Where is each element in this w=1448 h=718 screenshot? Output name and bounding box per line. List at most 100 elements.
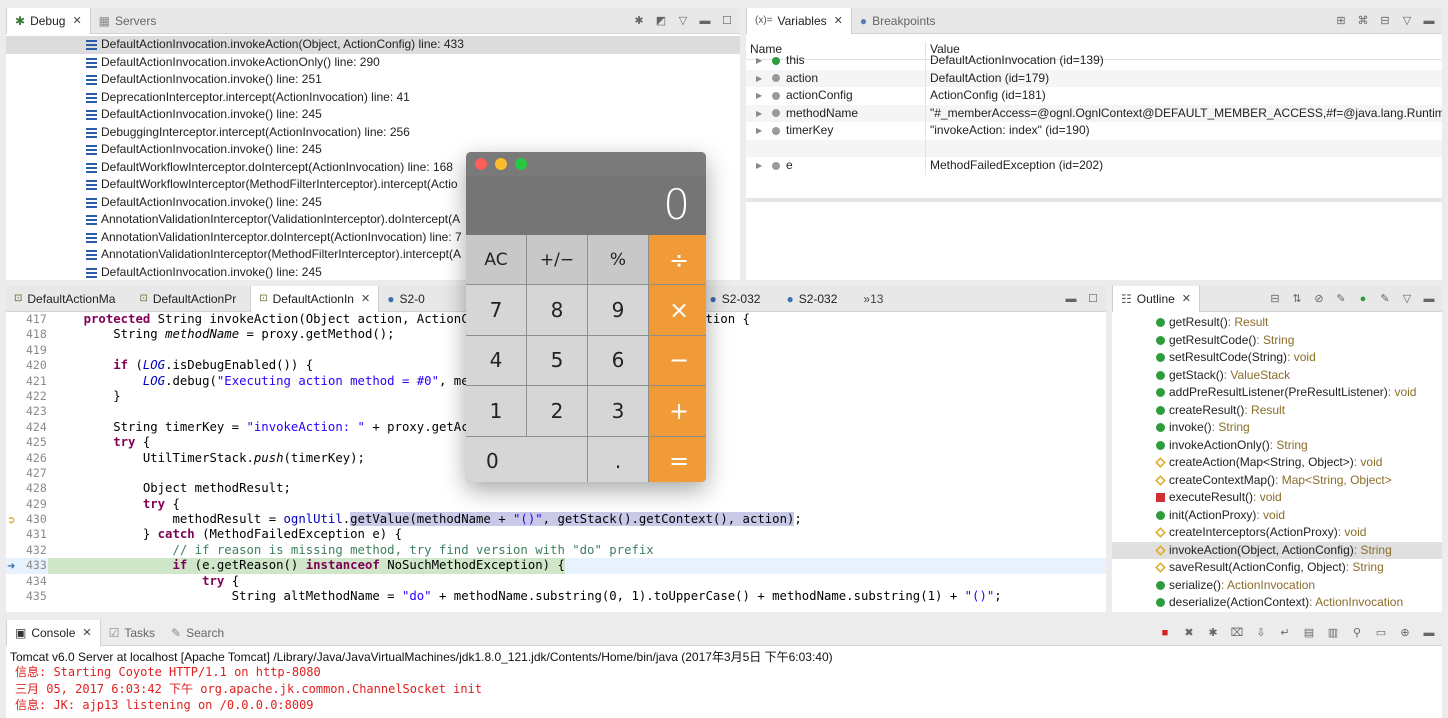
key-divide-button[interactable]: ÷ xyxy=(649,235,706,285)
key-0-button[interactable]: 0 xyxy=(466,436,587,482)
outline-item[interactable]: invokeActionOnly() : String xyxy=(1112,437,1442,455)
key-4-button[interactable]: 4 xyxy=(466,335,526,386)
display-console-icon[interactable]: ▭ xyxy=(1374,626,1388,640)
show-stderr-icon[interactable]: ▥ xyxy=(1326,626,1340,640)
tab-editor-2[interactable]: ⊡ DefaultActionPr xyxy=(131,286,244,312)
console-output[interactable]: 信息: Starting Coyote HTTP/1.1 on http-808… xyxy=(6,664,1442,714)
stack-frame[interactable]: DeprecationInterceptor.intercept(ActionI… xyxy=(6,89,740,107)
key-subtract-button[interactable]: − xyxy=(649,335,706,386)
variable-row[interactable]: ▶ this DefaultActionInvocation (id=139) xyxy=(746,52,1442,70)
code-line[interactable]: 433 if (e.getReason() instanceof NoSuchM… xyxy=(6,558,1106,574)
zoom-window-button[interactable] xyxy=(515,158,527,170)
tab-editor-7[interactable]: ● S2-032 xyxy=(778,286,845,312)
key-add-button[interactable]: + xyxy=(649,386,706,436)
tab-console[interactable]: ▣ Console ✕ xyxy=(6,620,101,646)
close-icon[interactable]: ✕ xyxy=(834,14,843,27)
expand-icon[interactable]: ▶ xyxy=(756,70,766,88)
outline-item[interactable]: createResult() : Result xyxy=(1112,402,1442,420)
variable-row[interactable] xyxy=(746,139,1442,157)
tab-servers[interactable]: ▦ Servers xyxy=(91,8,165,34)
tab-editor-1[interactable]: ⊡ DefaultActionMa xyxy=(6,286,123,312)
remove-terminated-icon[interactable]: ✱ xyxy=(632,14,646,28)
collapse-all-icon[interactable]: ⊟ xyxy=(1268,292,1282,306)
tab-debug[interactable]: ✱ Debug ✕ xyxy=(6,8,91,34)
tab-overflow[interactable]: »13 xyxy=(855,286,891,312)
terminate-icon[interactable]: ■ xyxy=(1158,626,1172,640)
tab-editor-4[interactable]: ● S2-0 xyxy=(379,286,433,312)
view-menu-icon[interactable]: ▽ xyxy=(1400,14,1414,28)
outline-item[interactable]: createInterceptors(ActionProxy) : void xyxy=(1112,524,1442,542)
minimize-icon[interactable]: ▬ xyxy=(1422,292,1436,306)
variable-row[interactable]: ▶ e MethodFailedException (id=202) xyxy=(746,157,1442,175)
tab-tasks[interactable]: ☑ Tasks xyxy=(101,620,163,646)
code-line[interactable]: 431 } catch (MethodFailedException e) { xyxy=(6,527,1106,542)
outline-item[interactable]: addPreResultListener(PreResultListener) … xyxy=(1112,384,1442,402)
maximize-icon[interactable]: ☐ xyxy=(720,14,734,28)
outline-item[interactable]: createContextMap() : Map<String, Object> xyxy=(1112,472,1442,490)
remove-all-icon[interactable]: ✱ xyxy=(1206,626,1220,640)
stack-frame[interactable]: DefaultActionInvocation.invokeActionOnly… xyxy=(6,54,740,72)
tab-breakpoints[interactable]: ● Breakpoints xyxy=(852,8,944,34)
close-icon[interactable]: ✕ xyxy=(1182,292,1191,305)
outline-item[interactable]: createAction(Map<String, Object>) : void xyxy=(1112,454,1442,472)
minimize-icon[interactable]: ▬ xyxy=(698,14,712,28)
key-decimal-button[interactable]: . xyxy=(588,436,648,482)
stack-frame[interactable]: DefaultActionInvocation.invoke() line: 2… xyxy=(6,71,740,89)
minimize-window-button[interactable] xyxy=(495,158,507,170)
expand-icon[interactable]: ▶ xyxy=(756,87,766,105)
tab-variables[interactable]: (x)= Variables ✕ xyxy=(746,8,852,34)
collapse-icon[interactable]: ◩ xyxy=(654,14,668,28)
calculator-titlebar[interactable] xyxy=(466,152,706,176)
outline-item[interactable]: executeResult() : void xyxy=(1112,489,1442,507)
close-icon[interactable]: ✕ xyxy=(361,292,370,305)
key-2-button[interactable]: 2 xyxy=(527,386,587,436)
outline-item[interactable]: getResultCode() : String xyxy=(1112,332,1442,350)
key-1-button[interactable]: 1 xyxy=(466,386,526,436)
minimize-icon[interactable]: ▬ xyxy=(1422,14,1436,28)
code-line[interactable]: 429 try { xyxy=(6,497,1106,512)
outline-item[interactable]: deserialize(ActionContext) : ActionInvoc… xyxy=(1112,594,1442,612)
outline-item[interactable]: serialize() : ActionInvocation xyxy=(1112,577,1442,595)
key-8-button[interactable]: 8 xyxy=(527,285,587,335)
close-window-button[interactable] xyxy=(475,158,487,170)
show-logical-structure-icon[interactable]: ⌘ xyxy=(1356,14,1370,28)
code-line[interactable]: 434 try { xyxy=(6,574,1106,589)
outline-item[interactable]: saveResult(ActionConfig, Object) : Strin… xyxy=(1112,559,1442,577)
code-line[interactable]: 432 // if reason is missing method, try … xyxy=(6,543,1106,558)
show-type-names-icon[interactable]: ⊞ xyxy=(1334,14,1348,28)
minimize-icon[interactable]: ▬ xyxy=(1064,292,1078,306)
key-5-button[interactable]: 5 xyxy=(527,335,587,386)
hide-fields-icon[interactable]: ⊘ xyxy=(1312,292,1326,306)
expand-icon[interactable]: ▶ xyxy=(756,157,766,175)
detail-pane-divider[interactable] xyxy=(746,198,1442,202)
close-icon[interactable]: ✕ xyxy=(82,626,91,639)
stack-frame[interactable]: DefaultActionInvocation.invokeAction(Obj… xyxy=(6,36,740,54)
outline-item[interactable]: init(ActionProxy) : void xyxy=(1112,507,1442,525)
outline-item[interactable]: invoke() : String xyxy=(1112,419,1442,437)
pin-console-icon[interactable]: ⚲ xyxy=(1350,626,1364,640)
variable-row[interactable]: ▶ methodName "#_memberAccess=@ognl.OgnlCon… xyxy=(746,104,1442,122)
view-menu-icon[interactable]: ▽ xyxy=(1400,292,1414,306)
tab-outline[interactable]: ☷ Outline ✕ xyxy=(1112,286,1201,312)
variable-row[interactable]: ▶ actionConfig ActionConfig (id=181) xyxy=(746,87,1442,105)
close-icon[interactable]: ✕ xyxy=(72,14,81,27)
sort-icon[interactable]: ⇅ xyxy=(1290,292,1304,306)
outline-item[interactable]: setResultCode(String) : void xyxy=(1112,349,1442,367)
hide-static-icon[interactable]: ✎ xyxy=(1334,292,1348,306)
code-line[interactable]: 430 methodResult = ognlUtil.getValue(met… xyxy=(6,512,1106,527)
breakpoint-marker-icon[interactable]: ➲ xyxy=(7,515,15,526)
tab-editor-3[interactable]: ⊡ DefaultActionIn ✕ xyxy=(250,286,380,312)
key-percent-button[interactable]: % xyxy=(588,235,648,285)
key-7-button[interactable]: 7 xyxy=(466,285,526,335)
expand-icon[interactable]: ▶ xyxy=(756,52,766,70)
key-equals-button[interactable]: = xyxy=(649,436,706,482)
tab-search[interactable]: ✎ Search xyxy=(163,620,232,646)
view-menu-icon[interactable]: ▽ xyxy=(676,14,690,28)
word-wrap-icon[interactable]: ↵ xyxy=(1278,626,1292,640)
code-line[interactable]: 435 String altMethodName = "do" + method… xyxy=(6,589,1106,604)
collapse-all-icon[interactable]: ⊟ xyxy=(1378,14,1392,28)
code-line[interactable]: 428 Object methodResult; xyxy=(6,481,1106,496)
outline-item[interactable]: getStack() : ValueStack xyxy=(1112,367,1442,385)
key-9-button[interactable]: 9 xyxy=(588,285,648,335)
key-3-button[interactable]: 3 xyxy=(588,386,648,436)
